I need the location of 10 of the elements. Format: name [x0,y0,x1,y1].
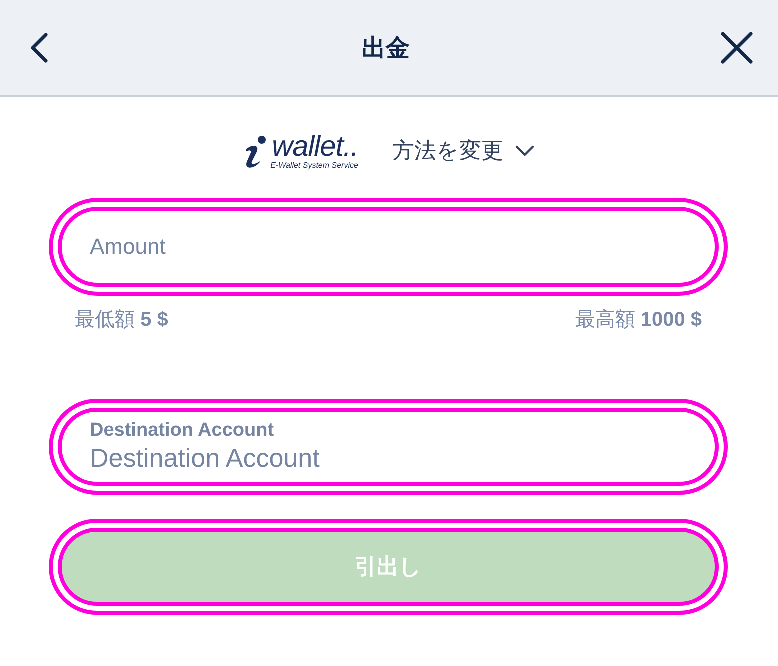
minimum-amount: 最低額 5 $ [75,308,168,333]
logo-tagline: E-Wallet System Service [270,162,358,170]
change-method-button[interactable]: 方法を変更 [392,136,536,166]
amount-input[interactable]: Amount [90,234,687,260]
page-title: 出金 [362,34,410,64]
close-icon[interactable] [720,30,754,64]
destination-account-input[interactable]: Destination Account [90,443,687,474]
maximum-amount: 最高額 1000 $ [575,308,702,333]
logo-wordmark: wallet.. [272,132,358,162]
chevron-down-icon [515,145,536,157]
